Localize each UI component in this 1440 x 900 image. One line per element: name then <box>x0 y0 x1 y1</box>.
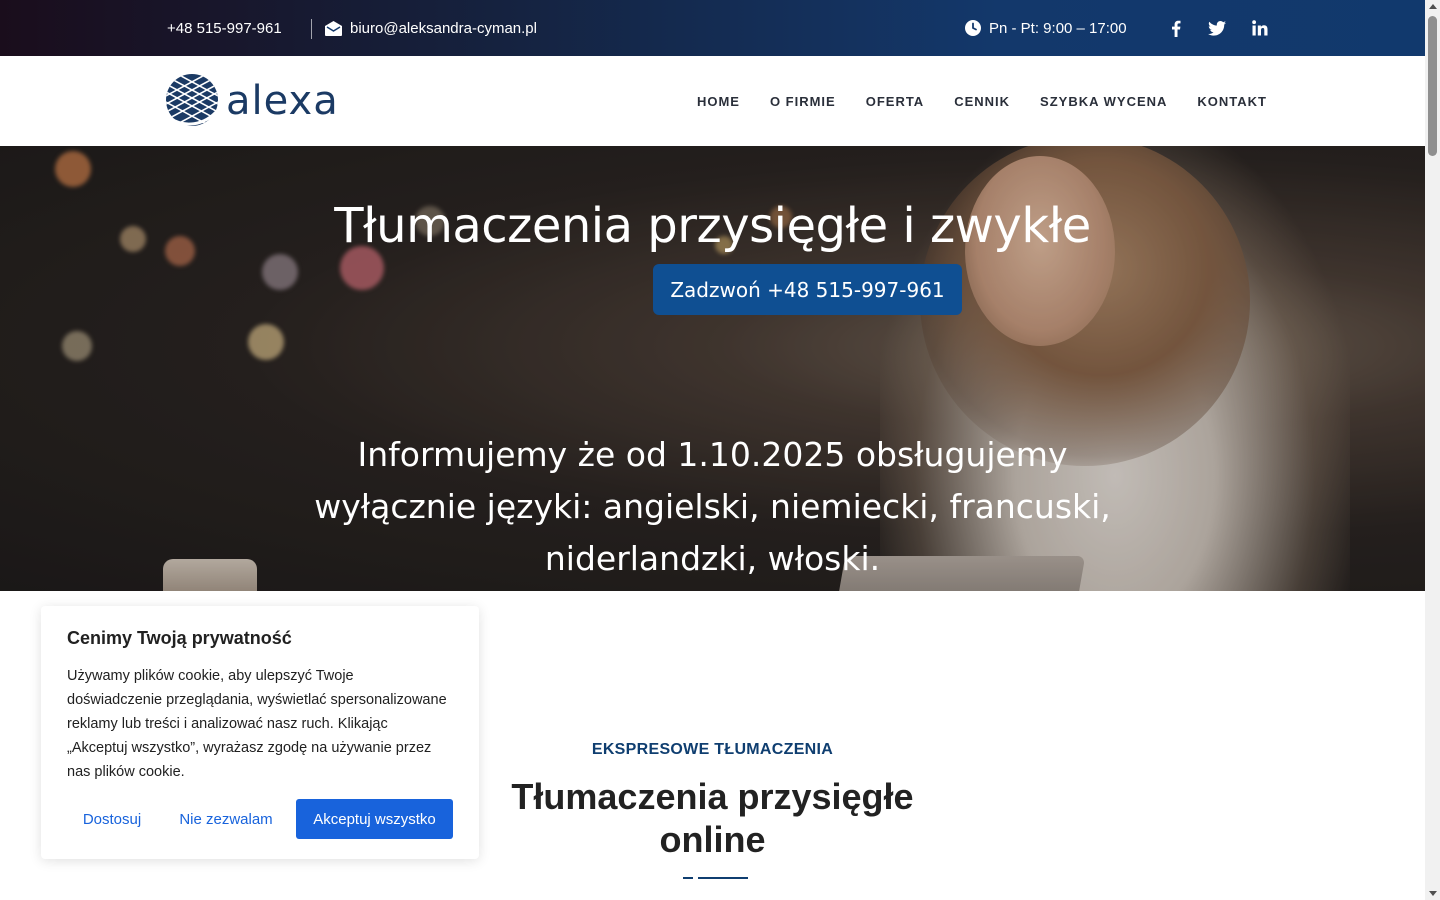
email-text[interactable]: biuro@aleksandra-cyman.pl <box>350 20 537 37</box>
facebook-icon[interactable] <box>1171 0 1181 56</box>
top-bar: +48 515-997-961 biuro@aleksandra-cyman.p… <box>0 0 1425 56</box>
hero-banner: Tłumaczenia przysięgłe i zwykłe Zadzwoń … <box>0 146 1425 591</box>
cookie-text: Używamy plików cookie, aby ulepszyć Twoj… <box>67 668 447 780</box>
envelope-icon <box>325 20 342 36</box>
title-underline-accent <box>683 877 693 879</box>
topbar-divider <box>311 19 312 39</box>
cookie-consent-dialog: Cenimy Twoją prywatność Używamy plików c… <box>41 606 479 859</box>
logo[interactable]: alexa <box>164 72 339 133</box>
main-nav: HOME O FIRMIE OFERTA CENNIK SZYBKA WYCEN… <box>697 56 1267 146</box>
hero-title: Tłumaczenia przysięgłe i zwykłe <box>334 198 1091 254</box>
topbar-email[interactable]: biuro@aleksandra-cyman.pl <box>325 0 537 56</box>
hours-text: Pn - Pt: 9:00 – 17:00 <box>989 19 1127 37</box>
nav-szybka-wycena[interactable]: SZYBKA WYCENA <box>1040 94 1167 109</box>
scroll-thumb[interactable] <box>1428 16 1437 156</box>
cookie-reject-button[interactable]: Nie zezwalam <box>172 799 280 839</box>
nav-kontakt[interactable]: KONTAKT <box>1197 94 1267 109</box>
site-header: alexa HOME O FIRMIE OFERTA CENNIK SZYBKA… <box>0 56 1425 146</box>
phone-text[interactable]: +48 515-997-961 <box>167 20 282 37</box>
section-title: Tłumaczenia przysięgłe online <box>511 776 914 860</box>
nav-oferta[interactable]: OFERTA <box>866 94 924 109</box>
language-notice: Informujemy że od 1.10.2025 obsługujemy … <box>314 435 1111 578</box>
scroll-up-arrow-icon[interactable] <box>1429 4 1437 9</box>
nav-home[interactable]: HOME <box>697 94 740 109</box>
call-button[interactable]: Zadzwoń +48 515-997-961 <box>653 264 962 315</box>
topbar-phone[interactable]: +48 515-997-961 <box>167 0 282 56</box>
cookie-title: Cenimy Twoją prywatność <box>67 628 292 648</box>
linkedin-icon[interactable] <box>1252 0 1268 56</box>
page-scrollbar[interactable] <box>1425 0 1440 900</box>
title-underline <box>698 877 748 879</box>
logo-text: alexa <box>226 77 339 124</box>
twitter-icon[interactable] <box>1208 0 1226 56</box>
cookie-accept-button[interactable]: Akceptuj wszystko <box>296 799 453 839</box>
nav-cennik[interactable]: CENNIK <box>954 94 1010 109</box>
topbar-hours: Pn - Pt: 9:00 – 17:00 <box>965 0 1127 56</box>
globe-logo-icon <box>164 72 222 133</box>
scroll-down-arrow-icon[interactable] <box>1429 891 1437 896</box>
nav-o-firmie[interactable]: O FIRMIE <box>770 94 836 109</box>
cookie-customize-button[interactable]: Dostosuj <box>67 799 157 839</box>
clock-icon <box>965 20 981 36</box>
